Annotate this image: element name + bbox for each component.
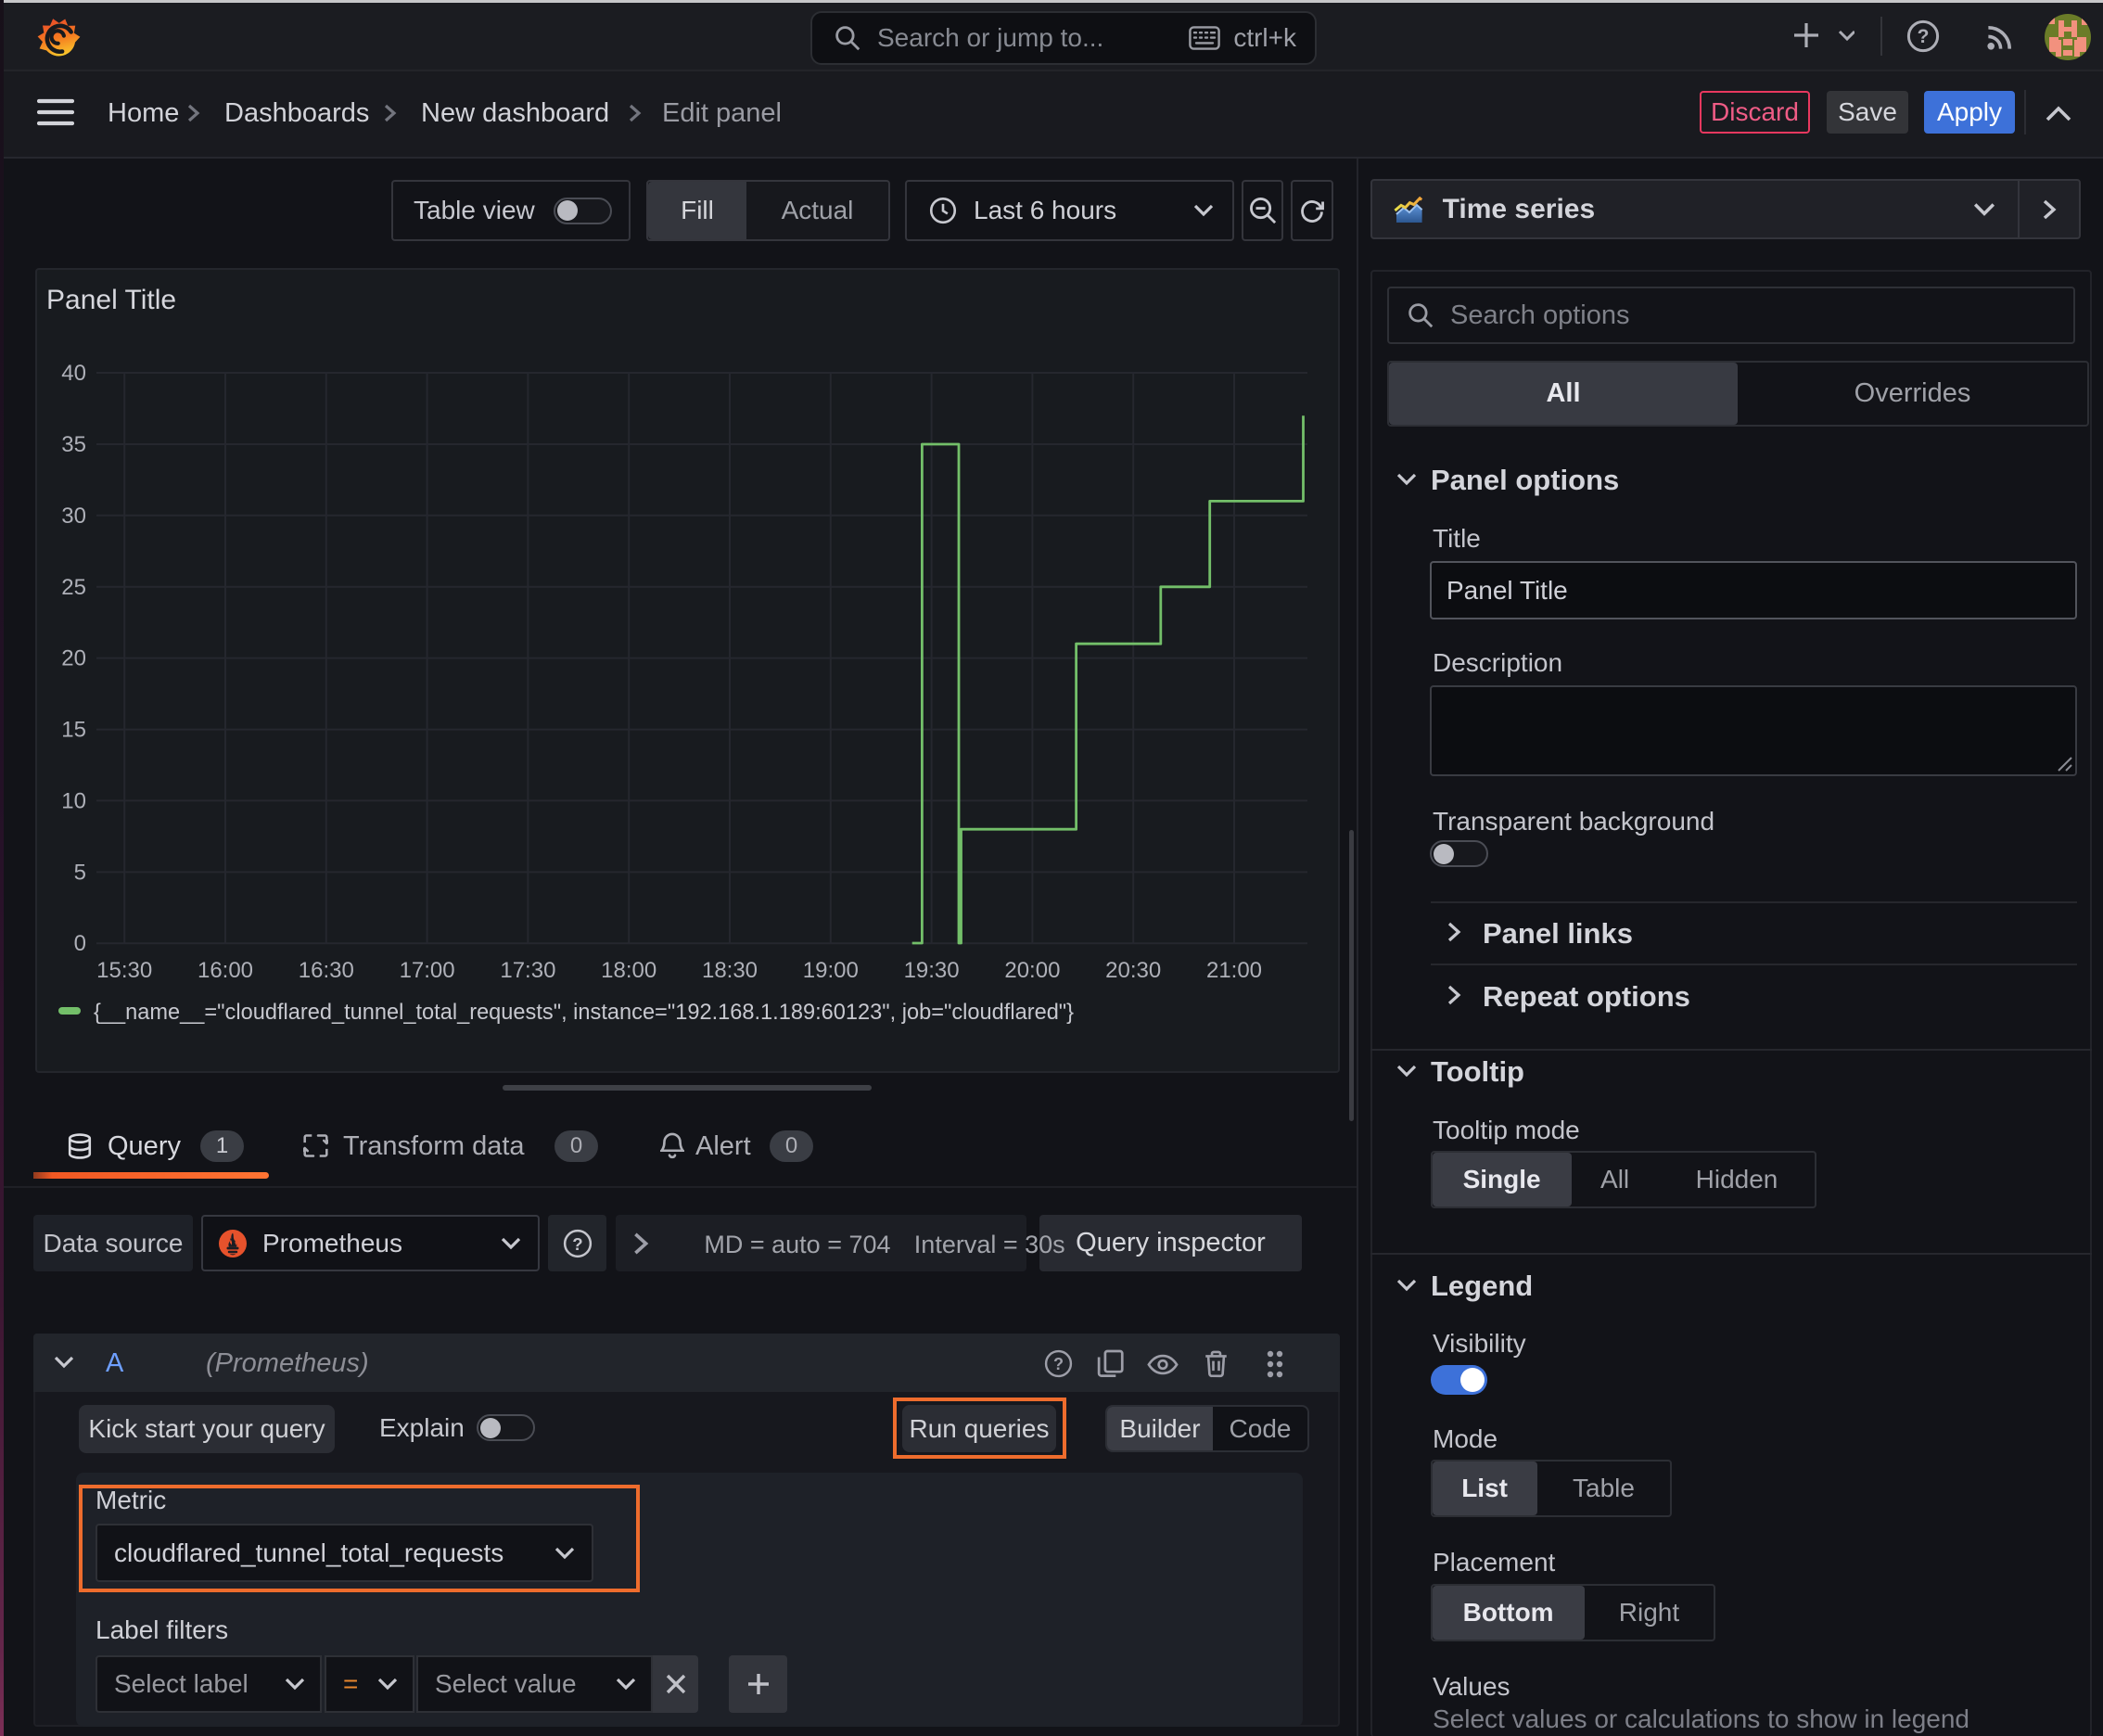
- svg-text:0: 0: [74, 931, 86, 956]
- svg-text:?: ?: [1918, 26, 1930, 47]
- svg-text:16:00: 16:00: [198, 958, 253, 983]
- svg-text:?: ?: [1053, 1355, 1064, 1373]
- svg-text:15: 15: [61, 718, 86, 743]
- svg-text:30: 30: [61, 504, 86, 529]
- svg-text:19:00: 19:00: [803, 958, 859, 983]
- svg-text:18:00: 18:00: [601, 958, 656, 983]
- svg-text:21:00: 21:00: [1206, 958, 1262, 983]
- svg-text:18:30: 18:30: [702, 958, 758, 983]
- svg-text:{__name__="cloudflared_tunnel_: {__name__="cloudflared_tunnel_total_requ…: [94, 1001, 1074, 1025]
- svg-text:20: 20: [61, 646, 86, 671]
- svg-text:16:30: 16:30: [299, 958, 354, 983]
- svg-text:20:00: 20:00: [1004, 958, 1060, 983]
- svg-text:40: 40: [61, 361, 86, 386]
- svg-text:17:00: 17:00: [400, 958, 455, 983]
- svg-text:15:30: 15:30: [96, 958, 152, 983]
- svg-text:25: 25: [61, 575, 86, 600]
- svg-text:19:30: 19:30: [904, 958, 960, 983]
- svg-text:10: 10: [61, 788, 86, 813]
- svg-text:5: 5: [74, 860, 86, 885]
- svg-text:35: 35: [61, 432, 86, 457]
- svg-text:17:30: 17:30: [500, 958, 555, 983]
- svg-text:20:30: 20:30: [1105, 958, 1161, 983]
- svg-text:?: ?: [572, 1233, 582, 1253]
